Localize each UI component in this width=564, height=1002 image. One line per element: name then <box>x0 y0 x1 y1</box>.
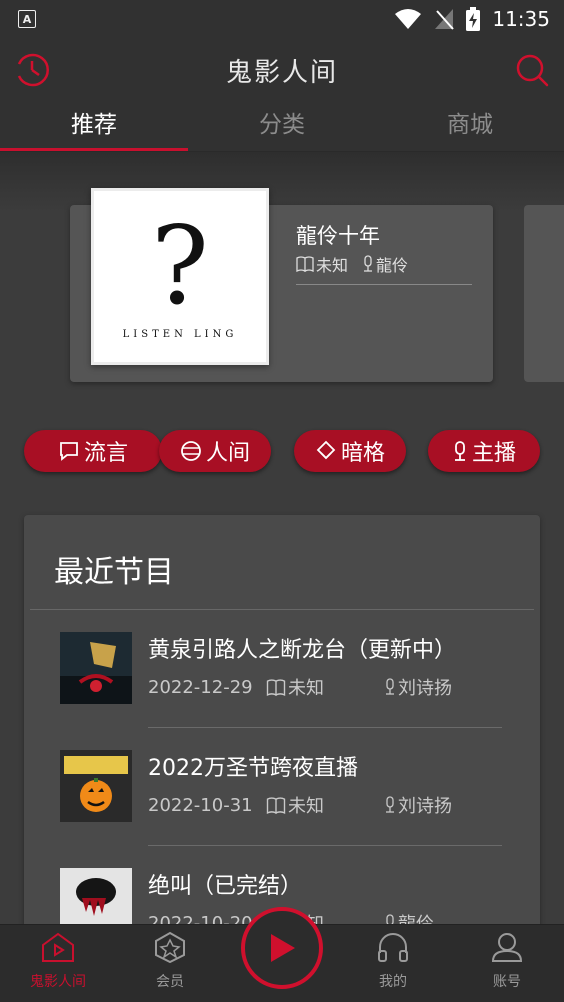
status-bar: A 11:35 <box>0 0 564 38</box>
episode-title: 绝叫（已完结） <box>148 874 303 899</box>
episode-title: 黄泉引路人之断龙台（更新中） <box>148 638 457 663</box>
top-tabs: 推荐 分类 商城 <box>0 102 564 152</box>
chip-host[interactable]: 主播 <box>428 430 540 472</box>
episode-thumbnail <box>60 632 132 704</box>
next-featured-card[interactable] <box>524 205 564 382</box>
chip-world-label: 人间 <box>205 441 250 466</box>
search-icon <box>516 54 549 87</box>
episode-host: 龍伶 <box>398 910 434 924</box>
chip-world[interactable]: 人间 <box>159 430 271 472</box>
book-icon <box>266 678 286 696</box>
mic-icon <box>364 255 373 272</box>
featured-book: 未知 <box>316 256 349 275</box>
chip-host-label: 主播 <box>471 441 516 466</box>
status-time: 11:35 <box>492 7 550 31</box>
mic-icon <box>454 441 465 461</box>
app-bar: 鬼影人间 <box>0 38 564 102</box>
nav-mine[interactable]: 我的 <box>353 931 433 991</box>
episode-date: 2022-10-20 <box>148 912 253 925</box>
featured-title[interactable]: 龍伶十年 <box>296 220 380 250</box>
episode-book: 未知 <box>288 796 324 817</box>
episode-title: 2022万圣节跨夜直播 <box>148 756 358 781</box>
tab-category[interactable]: 分类 <box>188 102 376 151</box>
user-icon <box>491 933 523 962</box>
recent-programs-card: 最近节目 黄泉引路人之断龙台（更新中） 2022-12-29 未知 刘诗扬 20… <box>24 515 540 924</box>
cover-question-mark: ? <box>151 204 209 329</box>
tab-recommend[interactable]: 推荐 <box>0 102 188 151</box>
globe-icon <box>181 441 201 461</box>
mic-icon <box>386 796 394 813</box>
episode-meta: 2022-12-29 未知 刘诗扬 <box>148 674 502 700</box>
episode-date: 2022-12-29 <box>148 676 253 698</box>
app-title: 鬼影人间 <box>225 58 338 88</box>
wifi-icon <box>395 9 422 29</box>
diamond-icon <box>316 440 336 460</box>
chip-secret-label: 暗格 <box>340 441 385 466</box>
cover-text: LISTEN LING <box>122 329 238 340</box>
nav-member-label: 会员 <box>156 974 184 990</box>
message-icon <box>60 442 78 461</box>
episode-meta: 2022-10-20 未知 龍伶 <box>148 910 502 924</box>
nav-home[interactable]: 鬼影人间 <box>18 931 98 991</box>
main-content[interactable]: ? LISTEN LING 龍伶十年 未知 龍伶 流言 人间 暗格 主播 最近节… <box>0 152 564 924</box>
list-item[interactable]: 黄泉引路人之断龙台（更新中） 2022-12-29 未知 刘诗扬 <box>60 610 502 728</box>
play-icon <box>271 934 295 962</box>
member-badge-icon <box>155 931 185 964</box>
battery-charging-icon <box>466 7 481 31</box>
notification-app-icon: A <box>18 10 36 28</box>
haunted-house-icon <box>42 932 74 962</box>
episode-host: 刘诗扬 <box>398 678 452 699</box>
nav-mine-label: 我的 <box>379 974 407 990</box>
featured-meta: 未知 龍伶 <box>296 252 472 285</box>
chip-secret[interactable]: 暗格 <box>294 430 406 472</box>
headphones-icon <box>378 933 408 962</box>
episode-thumbnail <box>60 868 132 924</box>
bottom-nav: 鬼影人间 会员 我的 账号 <box>0 907 564 1002</box>
episode-thumbnail <box>60 750 132 822</box>
featured-cover[interactable]: ? LISTEN LING <box>91 188 269 365</box>
nav-account[interactable]: 账号 <box>467 931 547 991</box>
play-button[interactable] <box>241 907 323 989</box>
episode-meta: 2022-10-31 未知 刘诗扬 <box>148 792 502 818</box>
chip-rumor-label: 流言 <box>83 441 128 466</box>
nav-member[interactable]: 会员 <box>130 931 210 991</box>
category-chips: 流言 人间 暗格 主播 <box>24 430 540 472</box>
search-button[interactable] <box>514 52 550 88</box>
featured-host: 龍伶 <box>376 256 409 275</box>
chip-rumor[interactable]: 流言 <box>24 430 162 472</box>
tab-store[interactable]: 商城 <box>376 102 564 151</box>
book-icon <box>296 256 314 272</box>
no-signal-icon <box>435 9 455 30</box>
recent-programs-title: 最近节目 <box>54 555 174 590</box>
episode-date: 2022-10-31 <box>148 794 253 816</box>
list-item[interactable]: 2022万圣节跨夜直播 2022-10-31 未知 刘诗扬 <box>60 728 502 846</box>
nav-home-label: 鬼影人间 <box>30 974 86 990</box>
episode-book: 未知 <box>288 678 324 699</box>
nav-account-label: 账号 <box>493 974 521 990</box>
mic-icon <box>386 678 394 695</box>
book-icon <box>266 796 286 814</box>
mic-icon <box>386 914 394 924</box>
episode-host: 刘诗扬 <box>398 796 452 817</box>
